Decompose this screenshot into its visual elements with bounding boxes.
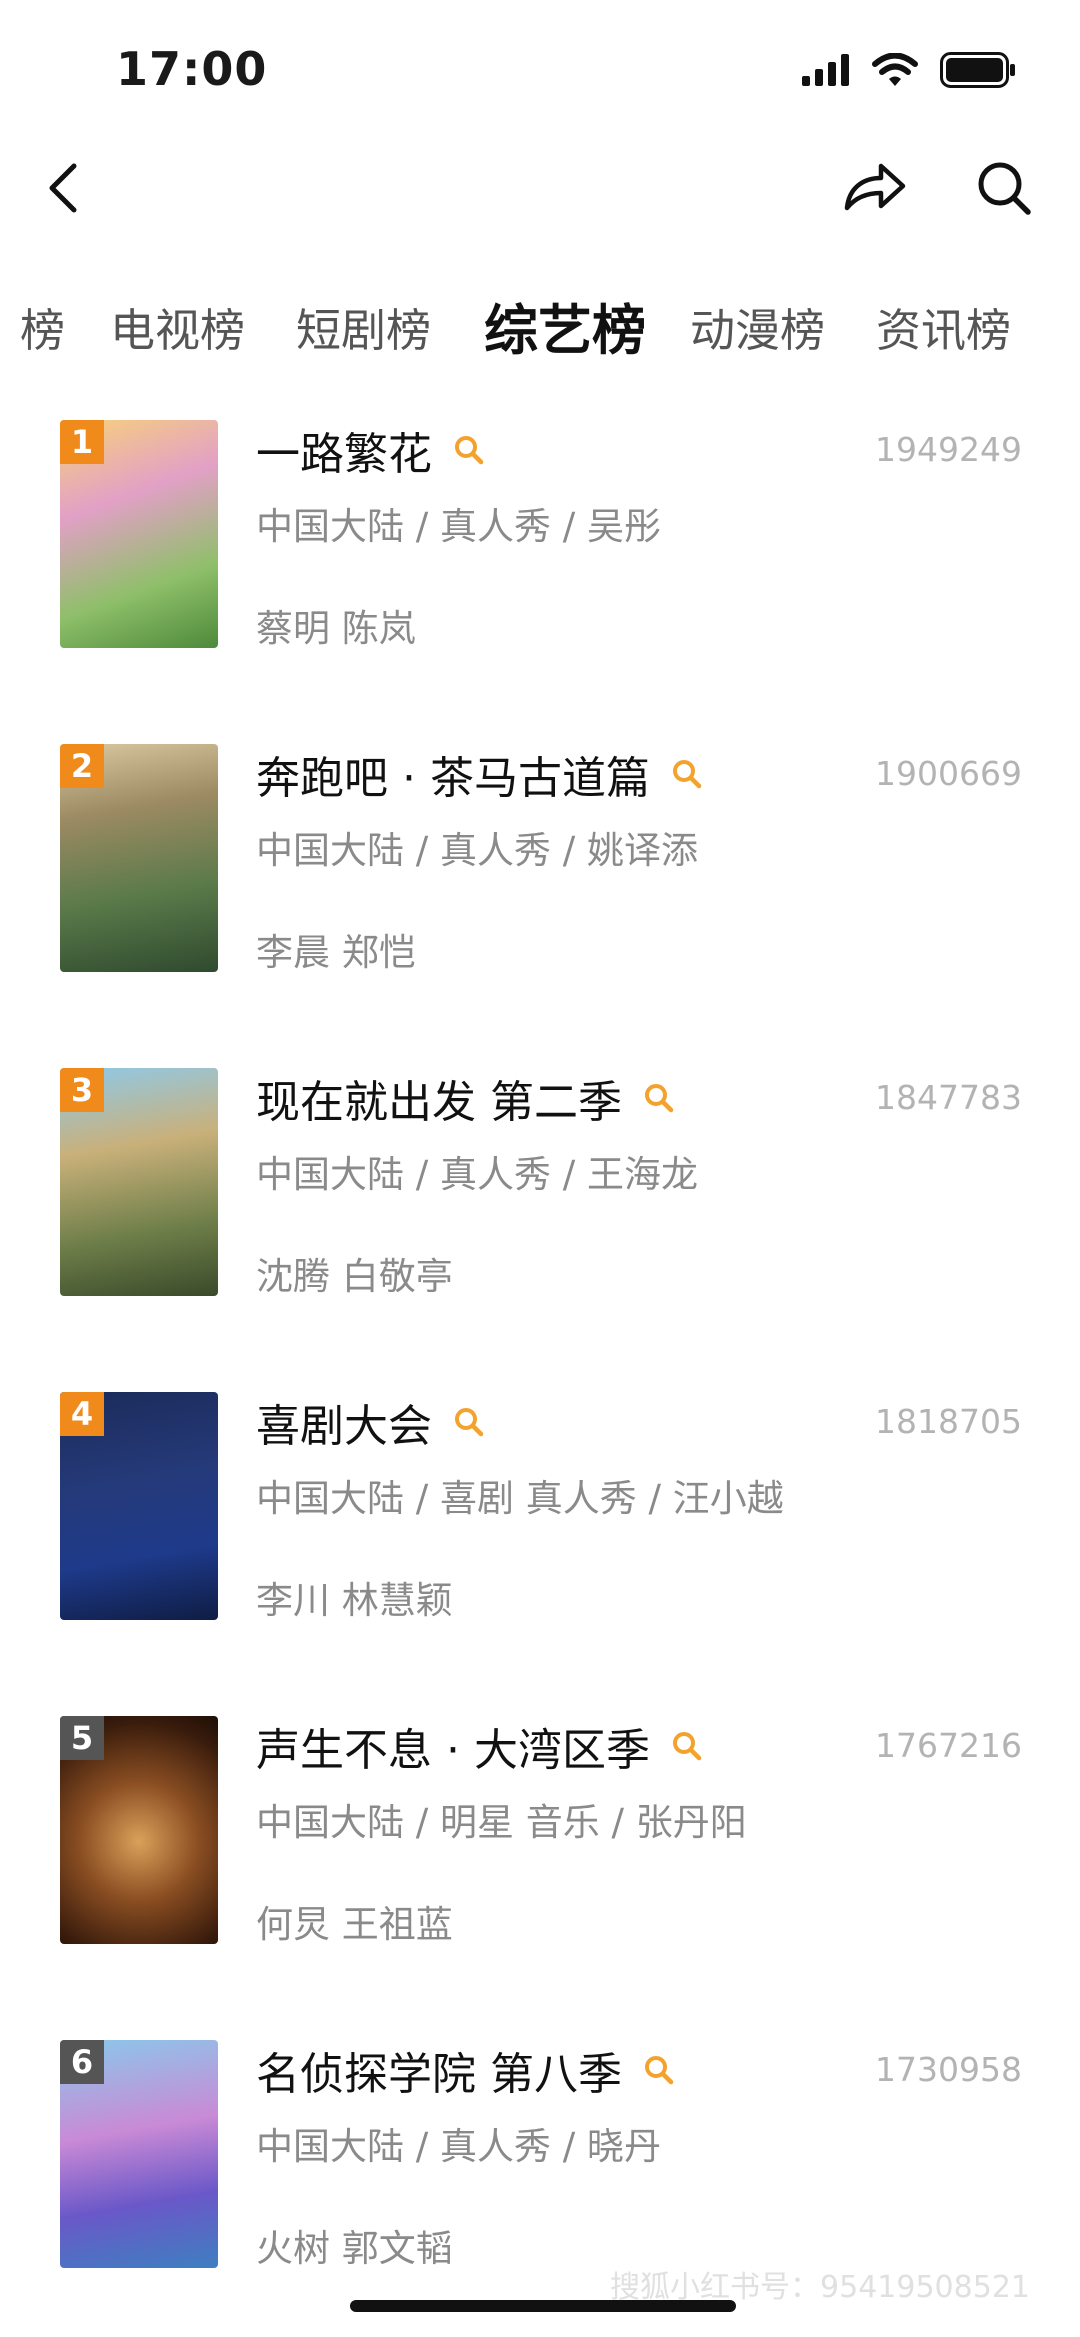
search-icon — [978, 162, 1031, 215]
tab-variety[interactable]: 综艺榜 — [484, 286, 646, 365]
heat-score: 1767216 — [875, 1726, 1022, 1765]
poster-image: 3 — [60, 1068, 218, 1296]
heat-score: 1730958 — [875, 2050, 1022, 2089]
search-icon[interactable] — [642, 2053, 676, 2087]
heat-score: 1847783 — [875, 1078, 1022, 1117]
status-icons — [802, 50, 1016, 90]
show-meta: 中国大陆 / 喜剧 真人秀 / 汪小越 — [256, 1477, 784, 1520]
title-row: 喜剧大会 — [256, 1392, 486, 1452]
heat-score: 1900669 — [875, 754, 1022, 793]
wifi-icon — [872, 53, 918, 86]
search-button[interactable] — [968, 152, 1040, 224]
poster-image: 1 — [60, 420, 218, 648]
rank-badge: 1 — [60, 420, 104, 464]
search-icon[interactable] — [670, 757, 704, 791]
show-title: 名侦探学院 第八季 — [256, 2049, 622, 2100]
search-icon[interactable] — [670, 1729, 704, 1763]
show-cast: 火树 郭文韬 — [256, 2227, 453, 2270]
rank-badge: 2 — [60, 744, 104, 788]
back-icon — [49, 163, 77, 213]
signal-icon — [802, 54, 849, 86]
heat-score: 1949249 — [875, 430, 1022, 469]
heat-score: 1818705 — [875, 1402, 1022, 1441]
title-row: 声生不息 · 大湾区季 — [256, 1716, 704, 1776]
tab-tv[interactable]: 电视榜 — [110, 294, 245, 359]
search-icon[interactable] — [452, 1405, 486, 1439]
status-bar: 17:00 — [0, 0, 1080, 130]
home-indicator[interactable] — [350, 2300, 736, 2312]
title-row: 现在就出发 第二季 — [256, 1068, 676, 1128]
poster-image: 6 — [60, 2040, 218, 2268]
nav-bar — [0, 130, 1080, 240]
search-icon[interactable] — [452, 433, 486, 467]
ranking-tabs: 榜 电视榜 短剧榜 综艺榜 动漫榜 资讯榜 — [0, 280, 1080, 370]
title-row: 一路繁花 — [256, 420, 486, 480]
title-row: 名侦探学院 第八季 — [256, 2040, 676, 2100]
tab-news[interactable]: 资讯榜 — [876, 294, 1011, 359]
title-row: 奔跑吧 · 茶马古道篇 — [256, 744, 704, 804]
show-cast: 何炅 王祖蓝 — [256, 1903, 453, 1946]
back-button[interactable] — [28, 152, 100, 224]
rank-badge: 6 — [60, 2040, 104, 2084]
show-cast: 李晨 郑恺 — [256, 931, 416, 974]
status-time: 17:00 — [116, 42, 268, 96]
list-item[interactable]: 3 现在就出发 第二季 中国大陆 / 真人秀 / 王海龙 沈腾 白敬亭 1847… — [0, 1068, 1080, 1308]
show-title: 喜剧大会 — [256, 1401, 432, 1452]
show-meta: 中国大陆 / 真人秀 / 姚译添 — [256, 829, 698, 872]
show-meta: 中国大陆 / 真人秀 / 吴彤 — [256, 505, 661, 548]
list-item[interactable]: 1 一路繁花 中国大陆 / 真人秀 / 吴彤 蔡明 陈岚 1949249 — [0, 420, 1080, 660]
poster-image: 2 — [60, 744, 218, 972]
show-title: 声生不息 · 大湾区季 — [256, 1725, 650, 1776]
show-title: 一路繁花 — [256, 429, 432, 480]
list-item[interactable]: 4 喜剧大会 中国大陆 / 喜剧 真人秀 / 汪小越 李川 林慧颖 181870… — [0, 1392, 1080, 1632]
list-item[interactable]: 2 奔跑吧 · 茶马古道篇 中国大陆 / 真人秀 / 姚译添 李晨 郑恺 190… — [0, 744, 1080, 984]
show-meta: 中国大陆 / 明星 音乐 / 张丹阳 — [256, 1801, 747, 1844]
show-meta: 中国大陆 / 真人秀 / 王海龙 — [256, 1153, 698, 1196]
show-title: 奔跑吧 · 茶马古道篇 — [256, 753, 650, 804]
share-button[interactable] — [838, 152, 910, 224]
tab-short-drama[interactable]: 短剧榜 — [296, 294, 431, 359]
show-title: 现在就出发 第二季 — [256, 1077, 622, 1128]
search-icon[interactable] — [642, 1081, 676, 1115]
show-cast: 沈腾 白敬亭 — [256, 1255, 453, 1298]
poster-image: 4 — [60, 1392, 218, 1620]
tab-partial[interactable]: 榜 — [20, 294, 65, 359]
show-cast: 李川 林慧颖 — [256, 1579, 453, 1622]
battery-icon — [940, 52, 1015, 88]
show-meta: 中国大陆 / 真人秀 / 晓丹 — [256, 2125, 661, 2168]
rank-badge: 5 — [60, 1716, 104, 1760]
poster-image: 5 — [60, 1716, 218, 1944]
share-icon — [844, 163, 906, 211]
show-cast: 蔡明 陈岚 — [256, 607, 416, 650]
list-item[interactable]: 6 名侦探学院 第八季 中国大陆 / 真人秀 / 晓丹 火树 郭文韬 17309… — [0, 2040, 1080, 2280]
rank-badge: 3 — [60, 1068, 104, 1112]
rank-badge: 4 — [60, 1392, 104, 1436]
tab-anime[interactable]: 动漫榜 — [690, 294, 825, 359]
list-item[interactable]: 5 声生不息 · 大湾区季 中国大陆 / 明星 音乐 / 张丹阳 何炅 王祖蓝 … — [0, 1716, 1080, 1956]
